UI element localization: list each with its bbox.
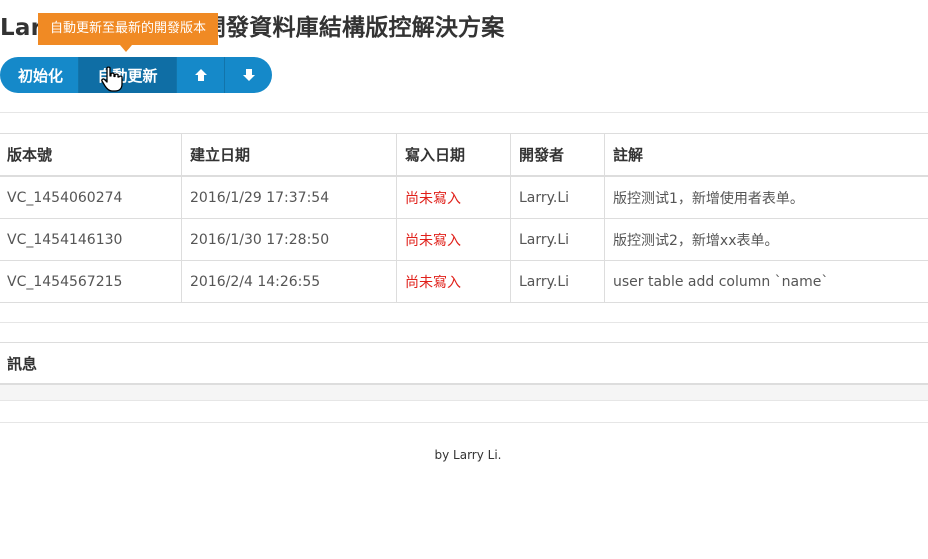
version-cell: VC_1454060274 xyxy=(0,177,182,218)
arrow-down-icon xyxy=(242,69,255,81)
column-header-version[interactable]: 版本號 xyxy=(0,134,182,175)
tooltip-arrow xyxy=(120,45,132,52)
auto-update-button[interactable]: 自動更新 xyxy=(79,57,177,93)
divider xyxy=(0,422,928,423)
column-header-written[interactable]: 寫入日期 xyxy=(397,134,511,175)
developer-cell: Larry.Li xyxy=(511,177,605,218)
column-header-created[interactable]: 建立日期 xyxy=(182,134,397,175)
developer-cell: Larry.Li xyxy=(511,261,605,302)
message-panel-title: 訊息 xyxy=(0,343,928,385)
column-header-note[interactable]: 註解 xyxy=(605,134,928,175)
message-panel-body xyxy=(0,385,928,401)
column-header-developer[interactable]: 開發者 xyxy=(511,134,605,175)
toolbar-button-group: 初始化 自動更新 xyxy=(0,57,272,93)
hand-cursor-icon xyxy=(101,66,123,92)
developer-cell: Larry.Li xyxy=(511,219,605,260)
move-up-button[interactable] xyxy=(177,57,225,93)
message-panel: 訊息 xyxy=(0,342,928,401)
note-cell: 版控测试1，新增使用者表单。 xyxy=(613,190,804,207)
version-cell: VC_1454146130 xyxy=(0,219,182,260)
write-status-cell: 尚未寫入 xyxy=(397,261,511,302)
auto-update-tooltip: 自動更新至最新的開發版本 xyxy=(38,13,218,45)
footer-credit: by Larry Li. xyxy=(434,448,502,462)
write-status-cell: 尚未寫入 xyxy=(397,219,511,260)
created-date-cell: 2016/1/29 17:37:54 xyxy=(182,177,397,218)
table-row[interactable]: VC_1454146130 2016/1/30 17:28:50 尚未寫入 La… xyxy=(0,219,928,261)
note-cell: user table add column `name` xyxy=(613,273,829,290)
created-date-cell: 2016/2/4 14:26:55 xyxy=(182,261,397,302)
version-table: 版本號 建立日期 寫入日期 開發者 註解 VC_1454060274 2016/… xyxy=(0,133,928,303)
version-cell: VC_1454567215 xyxy=(0,261,182,302)
arrow-up-icon xyxy=(194,69,207,81)
divider xyxy=(0,112,928,113)
note-cell: 版控测试2，新增xx表单。 xyxy=(613,232,779,249)
table-row[interactable]: VC_1454567215 2016/2/4 14:26:55 尚未寫入 Lar… xyxy=(0,261,928,303)
write-status-cell: 尚未寫入 xyxy=(397,177,511,218)
table-row[interactable]: VC_1454060274 2016/1/29 17:37:54 尚未寫入 La… xyxy=(0,177,928,219)
page: Larry DBVC 多人開發資料庫結構版控解決方案 初始化 自動更新 自動更新… xyxy=(0,0,928,559)
created-date-cell: 2016/1/30 17:28:50 xyxy=(182,219,397,260)
divider xyxy=(0,322,928,323)
table-header-row: 版本號 建立日期 寫入日期 開發者 註解 xyxy=(0,134,928,177)
init-button[interactable]: 初始化 xyxy=(0,57,79,93)
move-down-button[interactable] xyxy=(225,57,272,93)
